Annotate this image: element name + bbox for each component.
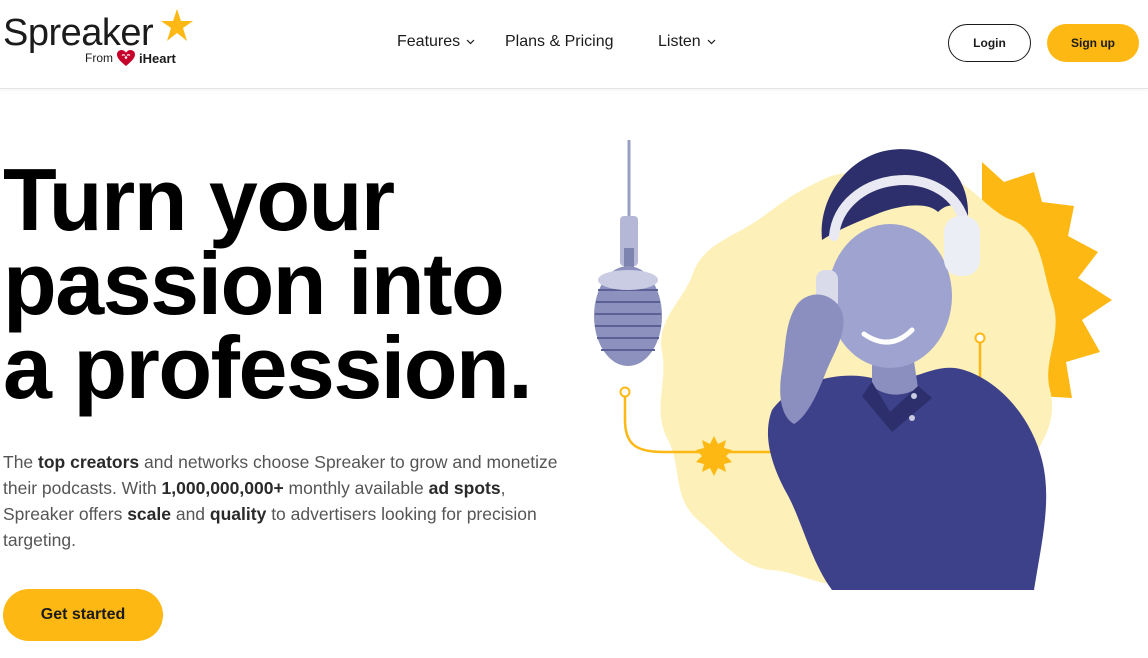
nav-item-plans-pricing[interactable]: Plans & Pricing — [505, 30, 614, 54]
headline-line: a profession. — [3, 318, 533, 417]
desc-emphasis: scale — [127, 504, 171, 524]
nav-item-features[interactable]: Features — [397, 30, 475, 54]
headline-line: passion into — [3, 234, 505, 333]
microphone-icon — [594, 140, 662, 366]
hero-headline: Turn your passion into a profession. — [3, 150, 583, 417]
nav-item-listen[interactable]: Listen — [658, 30, 716, 54]
desc-emphasis: top creators — [38, 452, 140, 472]
desc-emphasis: quality — [209, 504, 267, 524]
nav-item-label: Listen — [658, 33, 701, 50]
logo-iheart-label: iHeart — [139, 50, 176, 66]
site-header: Spreaker From iHeart Features Plans & Pr… — [0, 0, 1148, 89]
logo-subline: From iHeart — [85, 49, 176, 67]
headline-line: Turn your — [3, 150, 395, 249]
chevron-down-icon — [466, 39, 475, 45]
desc-text: and — [170, 504, 210, 524]
get-started-button[interactable]: Get started — [3, 589, 163, 641]
logo-from-label: From — [85, 51, 113, 65]
nav-item-label: Features — [397, 33, 461, 50]
desc-text: The — [3, 452, 39, 472]
podcaster-illustration — [594, 140, 1112, 590]
star-icon — [161, 9, 193, 41]
signup-button[interactable]: Sign up — [1047, 24, 1139, 62]
desc-text: monthly available — [283, 478, 429, 498]
iheart-heart-icon — [117, 50, 135, 66]
login-button[interactable]: Login — [948, 24, 1031, 62]
desc-emphasis: ad spots — [428, 478, 501, 498]
nav-item-label: Plans & Pricing — [505, 33, 614, 50]
hero-description: The top creators and networks choose Spr… — [3, 449, 569, 553]
desc-emphasis: 1,000,000,000+ — [161, 478, 284, 498]
spreaker-logo[interactable]: Spreaker From iHeart — [3, 9, 193, 69]
chevron-down-icon — [707, 39, 716, 45]
